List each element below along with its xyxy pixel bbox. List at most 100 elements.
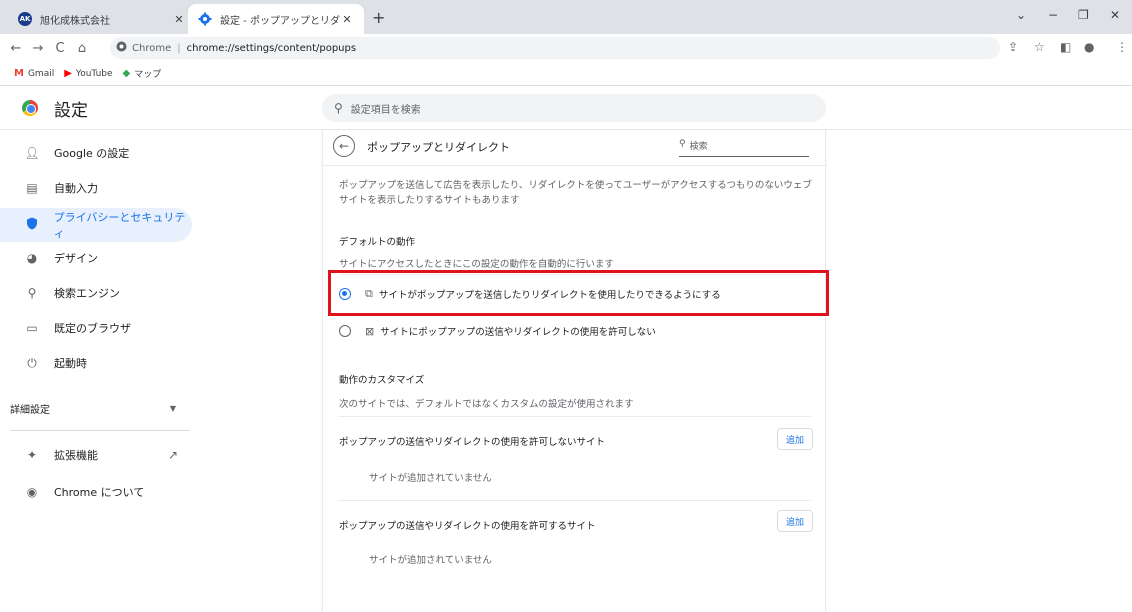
sidebar-item-default-browser[interactable]: ▭ 既定のブラウザ xyxy=(0,311,192,345)
page-title: 設定 xyxy=(54,101,88,121)
url-text: chrome://settings/content/popups xyxy=(186,42,357,54)
divider xyxy=(339,274,811,275)
sidebar-item-label: デザイン xyxy=(54,252,98,265)
tab-strip: AK 旭化成株式会社 ✕ 設定 - ポップアップとリダイレクト ✕ + ⌄ − … xyxy=(0,0,1132,34)
sidebar-item-on-startup[interactable]: ⏻ 起動時 xyxy=(0,346,192,380)
block-list-empty: サイトが追加されていません xyxy=(369,473,492,484)
maps-icon: ◆ xyxy=(122,68,131,79)
puzzle-icon: ✦ xyxy=(26,448,38,462)
settings-header: 設定 ⚲ 設定項目を検索 xyxy=(0,86,1132,130)
radio-button-checked[interactable] xyxy=(339,288,351,300)
bookmark-youtube[interactable]: ▶ YouTube xyxy=(64,68,112,79)
settings-gear-icon xyxy=(198,12,212,26)
default-behavior-sub: サイトにアクセスしたときにこの設定の動作を自動的に行います xyxy=(339,259,614,270)
youtube-icon: ▶ xyxy=(64,68,72,79)
add-block-site-button[interactable]: 追加 xyxy=(777,428,813,450)
divider xyxy=(339,500,811,501)
add-allow-site-button[interactable]: 追加 xyxy=(777,510,813,532)
share-icon[interactable]: ⇪ xyxy=(1008,40,1018,54)
advanced-label: 詳細設定 xyxy=(10,404,50,416)
power-icon: ⏻ xyxy=(27,355,37,370)
chrome-icon: ◉ xyxy=(26,485,38,499)
sidebar-item-autofill[interactable]: ▤ 自動入力 xyxy=(0,171,192,205)
allow-list-empty: サイトが追加されていません xyxy=(369,555,492,566)
sidebar-item-search-engine[interactable]: ⚲ 検索エンジン xyxy=(0,276,192,310)
sidebar-divider xyxy=(10,430,190,431)
back-button[interactable]: ← xyxy=(333,135,355,157)
radio-allow-popups[interactable]: ⧉ サイトがポップアップを送信したりリダイレクトを使用したりできるようにする xyxy=(323,277,827,311)
close-icon[interactable]: ✕ xyxy=(340,13,354,26)
settings-search-input[interactable]: ⚲ 設定項目を検索 xyxy=(322,94,826,122)
chrome-logo-icon xyxy=(22,100,38,116)
sidebar-item-google[interactable]: 👤︎ Google の設定 xyxy=(0,136,192,170)
home-icon[interactable]: ⌂ xyxy=(72,41,92,56)
separator: | xyxy=(177,42,181,54)
sidebar-item-about-chrome[interactable]: ◉ Chrome について xyxy=(0,475,192,509)
advanced-settings-toggle[interactable]: 詳細設定 ▼ xyxy=(10,398,180,418)
bookmark-maps[interactable]: ◆ マップ xyxy=(123,67,162,80)
back-arrow-icon: ← xyxy=(338,139,350,153)
bookmark-label: Gmail xyxy=(27,68,55,79)
site-name: Chrome xyxy=(132,42,172,54)
tab-asahi-kasei[interactable]: AK 旭化成株式会社 ✕ xyxy=(8,4,196,34)
clipboard-icon: ▤ xyxy=(26,181,38,195)
sidebar-item-label: プライバシーとセキュリティ xyxy=(53,211,186,240)
sidebar-item-label: 拡張機能 xyxy=(54,449,98,462)
popups-settings-card: ← ポップアップとリダイレクト ⚲ 検索 ポップアップを送信して広告を表示したり… xyxy=(322,130,827,612)
default-behavior-label: デフォルトの動作 xyxy=(339,237,416,248)
browser-toolbar: ← → C ⌂ Chrome | chrome://settings/conte… xyxy=(0,34,1132,62)
open-external-icon: ⧉ xyxy=(365,287,373,300)
address-bar[interactable]: Chrome | chrome://settings/content/popup… xyxy=(110,37,1000,59)
option-label: サイトがポップアップを送信したりリダイレクトを使用したりできるようにする xyxy=(378,290,721,301)
shield-icon xyxy=(24,217,40,233)
sidebar-item-label: Google の設定 xyxy=(54,147,130,160)
bookmarks-bar: M Gmail ▶ YouTube ◆ マップ xyxy=(0,62,1132,86)
back-arrow-icon[interactable]: ← xyxy=(6,41,26,56)
sidebar-item-label: 起動時 xyxy=(54,357,87,370)
tab-settings-popups[interactable]: 設定 - ポップアップとリダイレクト ✕ xyxy=(188,4,364,34)
browser-window-icon: ▭ xyxy=(26,321,38,335)
close-icon[interactable]: ✕ xyxy=(172,13,186,26)
sidebar-item-label: 検索エンジン xyxy=(54,287,120,300)
chrome-site-icon xyxy=(116,41,127,55)
customize-sub: 次のサイトでは、デフォルトではなくカスタムの設定が使用されます xyxy=(339,399,634,410)
sidebar-item-privacy[interactable]: プライバシーとセキュリティ xyxy=(0,208,192,242)
page-description: ポップアップを送信して広告を表示したり、リダイレクトを使ってユーザーがアクセスす… xyxy=(339,180,812,206)
tab-title: 設定 - ポップアップとリダイレクト xyxy=(220,15,340,27)
radio-block-popups[interactable]: ⊠ サイトにポップアップの送信やリダイレクトの使用を許可しない xyxy=(323,314,827,348)
divider xyxy=(339,416,811,417)
sidebar-item-label: 既定のブラウザ xyxy=(54,322,131,335)
open-external-icon: ↗ xyxy=(168,448,179,462)
card-header: ← ポップアップとリダイレクト ⚲ 検索 xyxy=(323,130,827,166)
search-icon: ⚲ xyxy=(334,101,343,115)
option-label: サイトにポップアップの送信やリダイレクトの使用を許可しない xyxy=(380,327,656,338)
reload-icon[interactable]: C xyxy=(50,41,70,56)
search-icon: ⚲ xyxy=(27,286,37,300)
profile-avatar-icon[interactable]: ● xyxy=(1084,40,1094,54)
chevron-down-icon[interactable]: ⌄ xyxy=(1016,8,1026,22)
side-panel-icon[interactable]: ◧ xyxy=(1060,40,1071,54)
chevron-down-icon: ▼ xyxy=(169,403,176,413)
search-placeholder: 設定項目を検索 xyxy=(350,104,421,116)
new-tab-button[interactable]: + xyxy=(372,8,385,27)
sidebar-item-label: 自動入力 xyxy=(54,182,98,195)
forward-arrow-icon[interactable]: → xyxy=(28,41,48,56)
restore-button[interactable]: ❐ xyxy=(1078,8,1089,22)
bookmark-star-icon[interactable]: ☆ xyxy=(1034,40,1045,54)
block-list-label: ポップアップの送信やリダイレクトの使用を許可しないサイト xyxy=(339,437,606,448)
minimize-button[interactable]: − xyxy=(1048,8,1058,22)
bookmark-gmail[interactable]: M Gmail xyxy=(14,68,54,79)
bookmark-label: YouTube xyxy=(75,68,113,79)
window-close-button[interactable]: ✕ xyxy=(1110,8,1120,22)
sidebar-item-extensions[interactable]: ✦ 拡張機能 ↗ xyxy=(0,438,192,472)
palette-icon: ◕ xyxy=(26,251,38,265)
blocked-popup-icon: ⊠ xyxy=(365,324,375,338)
gmail-icon: M xyxy=(14,68,24,79)
menu-kebab-icon[interactable]: ⋮ xyxy=(1116,40,1128,54)
tab-title: 旭化成株式会社 xyxy=(40,15,110,27)
allow-list-label: ポップアップの送信やリダイレクトの使用を許可するサイト xyxy=(339,521,596,532)
sidebar-item-appearance[interactable]: ◕ デザイン xyxy=(0,241,192,275)
subpage-search-input[interactable]: ⚲ 検索 xyxy=(679,139,809,157)
company-ak-icon: AK xyxy=(18,12,32,26)
radio-button-unchecked[interactable] xyxy=(339,325,351,337)
